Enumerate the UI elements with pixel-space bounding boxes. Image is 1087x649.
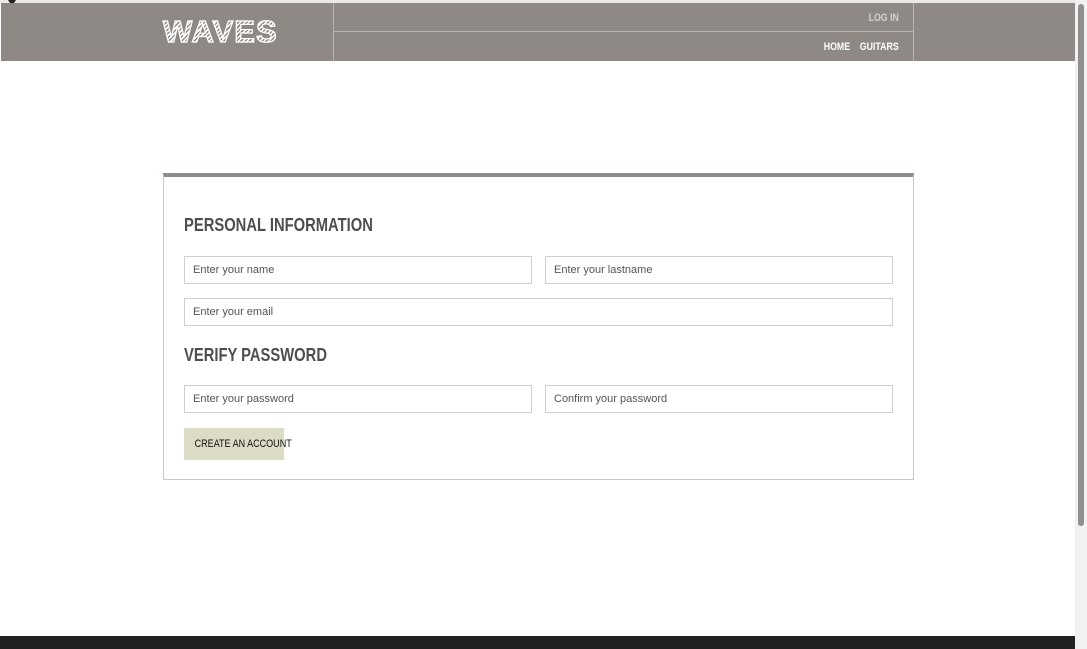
site-logo[interactable]: WAVES <box>162 13 278 50</box>
nav-guitars-link[interactable]: GUITARS <box>860 41 899 53</box>
name-input[interactable] <box>184 256 532 284</box>
logo-cell: WAVES <box>1 3 334 61</box>
scrollbar-thumb[interactable] <box>1078 4 1084 526</box>
login-link[interactable]: LOG IN <box>869 12 899 24</box>
nav-cell: LOG IN HOME GUITARS <box>334 3 914 61</box>
email-input[interactable] <box>184 298 893 326</box>
personal-information-heading: PERSONAL INFORMATION <box>184 215 373 235</box>
create-account-button[interactable]: CREATE AN ACCOUNT <box>184 428 292 460</box>
nav-home-link[interactable]: HOME <box>824 41 850 53</box>
confirm-password-input[interactable] <box>545 385 893 413</box>
page-scrollbar[interactable] <box>1075 0 1087 649</box>
header-divider <box>334 31 913 32</box>
site-footer <box>0 636 1075 649</box>
lastname-input[interactable] <box>545 256 893 284</box>
verify-password-heading: VERIFY PASSWORD <box>184 345 327 365</box>
register-form-card: PERSONAL INFORMATION VERIFY PASSWORD CRE… <box>163 173 914 480</box>
main-nav: HOME GUITARS <box>824 41 899 53</box>
password-input[interactable] <box>184 385 532 413</box>
create-account-button-label: CREATE AN ACCOUNT <box>194 438 292 450</box>
site-header: WAVES LOG IN HOME GUITARS <box>1 3 1075 61</box>
